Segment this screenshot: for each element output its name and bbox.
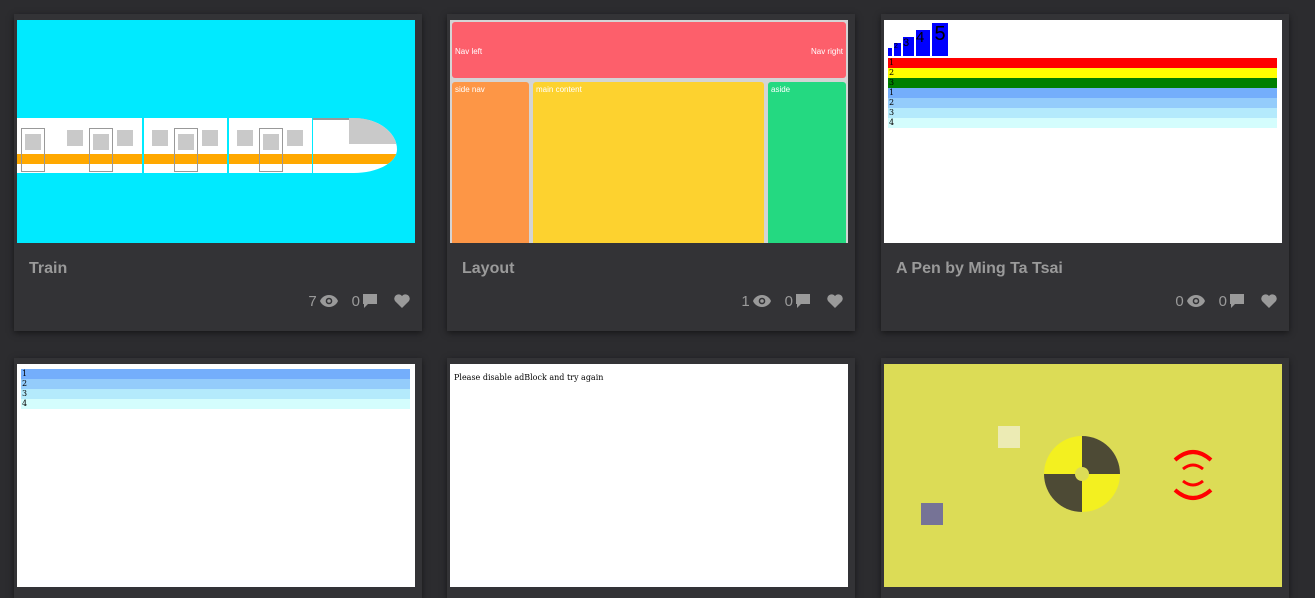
signal-arcs: [1173, 450, 1213, 500]
pen-stats: 1 0: [727, 292, 843, 310]
pen-preview-adblock[interactable]: Please disable adBlock and try again: [450, 364, 848, 587]
pen-title[interactable]: Train: [29, 260, 67, 278]
nav-right-label: Nav right: [810, 47, 843, 56]
nav-left-label: Nav left: [455, 47, 483, 56]
pen-stats: 7 0: [294, 292, 410, 310]
comments-count: 0: [784, 292, 793, 310]
purple-square: [921, 503, 943, 525]
stripe-row: 1: [21, 369, 410, 379]
pen-preview-train[interactable]: [17, 20, 415, 243]
train-car: [144, 118, 229, 173]
pen-card-6[interactable]: [881, 358, 1289, 598]
pen-title[interactable]: A Pen by Ming Ta Tsai: [896, 260, 1063, 278]
views-count: 7: [308, 292, 317, 310]
heart-icon: [394, 294, 410, 308]
comments-count: 0: [351, 292, 360, 310]
stripe-row: 4: [888, 118, 1277, 128]
layout-aside: aside: [768, 82, 846, 243]
stripe-row: 4: [21, 399, 410, 409]
eye-icon: [752, 295, 771, 307]
like-button[interactable]: [391, 294, 410, 308]
views-count: 1: [741, 292, 750, 310]
train-car: [229, 118, 314, 173]
pen-preview-game[interactable]: [884, 364, 1282, 587]
layout-nav-bar: Nav left Nav right: [452, 22, 846, 78]
pen-card-train[interactable]: Train 7 0: [14, 14, 422, 331]
comment-icon: [363, 294, 377, 308]
views-stat[interactable]: 7: [308, 292, 338, 310]
side-nav-label: side nav: [455, 85, 485, 94]
stripe-row: 1: [888, 88, 1277, 98]
comments-count: 0: [1218, 292, 1227, 310]
comments-stat[interactable]: 0: [352, 293, 377, 310]
eye-icon: [1186, 295, 1205, 307]
spinner-wheel: [1044, 436, 1120, 512]
views-stat[interactable]: 1: [741, 292, 771, 310]
stripe-row: 2: [888, 68, 1277, 78]
pen-card-4[interactable]: 1 2 3 4: [14, 358, 422, 598]
main-content-label: main content: [536, 85, 582, 94]
views-stat[interactable]: 0: [1175, 292, 1205, 310]
pen-card-ming-ta-tsai[interactable]: 1 2 3 4 5 1 2 3 1 2 3 4 A Pen by Ming Ta…: [881, 14, 1289, 331]
views-count: 0: [1175, 292, 1184, 310]
like-button[interactable]: [1258, 294, 1277, 308]
pen-title[interactable]: Layout: [462, 260, 514, 278]
pen-card-layout[interactable]: Nav left Nav right side nav main content…: [447, 14, 855, 331]
eye-icon: [319, 295, 338, 307]
comment-icon: [796, 294, 810, 308]
stripe-row: 3: [888, 108, 1277, 118]
train-car: [59, 118, 144, 173]
stripe-row: 3: [888, 78, 1277, 88]
comments-stat[interactable]: 0: [785, 293, 810, 310]
pen-stats: 0 0: [1161, 292, 1277, 310]
heart-icon: [1261, 294, 1277, 308]
comments-stat[interactable]: 0: [1219, 293, 1244, 310]
aside-label: aside: [771, 85, 791, 94]
comment-icon: [1230, 294, 1244, 308]
heart-icon: [827, 294, 843, 308]
stripe-row: 1: [888, 58, 1277, 68]
stripe-row: 2: [21, 379, 410, 389]
pen-preview-stripes[interactable]: 1 2 3 4: [17, 364, 415, 587]
train-nose: [313, 118, 397, 173]
train-car: [17, 118, 61, 173]
stripe-row: 2: [888, 98, 1277, 108]
adblock-message: Please disable adBlock and try again: [454, 373, 604, 382]
layout-main-content: main content: [533, 82, 764, 243]
pen-preview-bars[interactable]: 1 2 3 4 5 1 2 3 1 2 3 4: [884, 20, 1282, 243]
pen-preview-layout[interactable]: Nav left Nav right side nav main content…: [450, 20, 848, 243]
stripe-row: 3: [21, 389, 410, 399]
pen-card-5[interactable]: Please disable adBlock and try again: [447, 358, 855, 598]
pale-square: [998, 426, 1020, 448]
mini-bar-chart: 1 2 3 4 5: [888, 22, 948, 56]
layout-side-nav: side nav: [452, 82, 529, 243]
like-button[interactable]: [824, 294, 843, 308]
